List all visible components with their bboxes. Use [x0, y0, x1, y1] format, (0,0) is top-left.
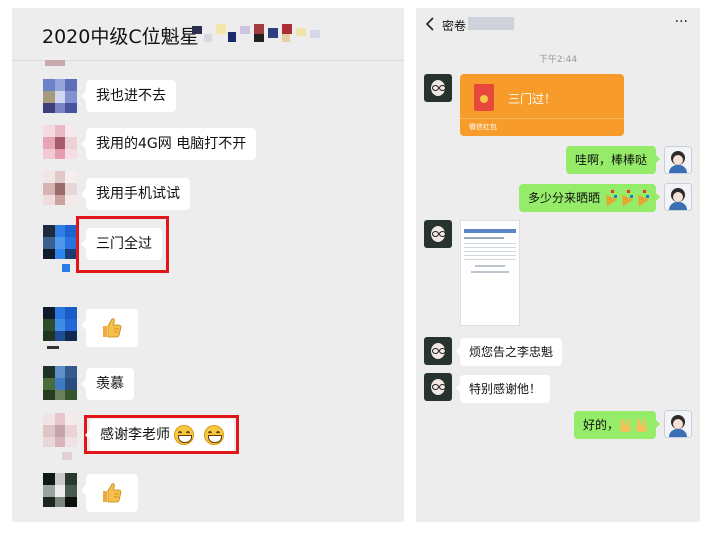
contact-avatar[interactable] [424, 373, 452, 401]
victory-hand-icon [636, 418, 648, 432]
title-mosaic [192, 24, 328, 44]
group-chat-title: 2020中级C位魁星 [42, 26, 199, 48]
avatar[interactable] [43, 171, 77, 205]
avatar[interactable] [43, 79, 77, 113]
self-avatar[interactable] [664, 183, 692, 211]
red-packet-text: 三门过！ [508, 92, 557, 106]
timestamp: 下午2:44 [538, 55, 578, 65]
avatar[interactable] [43, 125, 77, 159]
thumbs-up-icon [103, 483, 122, 503]
group-chat-panel: 2020中级C位魁星 我也进不去 我用的4G网 电脑打不开 我用手机试试 三门全… [12, 8, 404, 522]
contact-avatar[interactable] [424, 220, 452, 248]
self-avatar[interactable] [664, 146, 692, 174]
message-bubble: 特别感谢他！ [455, 375, 551, 403]
message-bubble: 烦您告之李忠魁 [455, 338, 563, 366]
message-bubble: 我用的4G网 电脑打不开 [80, 128, 257, 160]
message-bubble [81, 309, 138, 347]
self-avatar[interactable] [664, 410, 692, 438]
title-mosaic [468, 17, 514, 30]
private-chat-header: 密卷 ··· [416, 8, 700, 42]
avatar[interactable] [43, 473, 77, 507]
private-chat-title: 密卷 [442, 19, 467, 33]
contact-avatar[interactable] [424, 337, 452, 365]
message-bubble: 羡慕 [81, 368, 134, 400]
message-bubble: 多少分来晒晒 [519, 184, 660, 212]
thumbs-up-icon [103, 318, 122, 338]
divider [460, 118, 624, 119]
party-popper-icon [601, 190, 617, 207]
red-packet-icon [474, 84, 494, 111]
message-text: 感谢李老师 [100, 427, 170, 443]
avatar[interactable] [43, 413, 77, 447]
red-packet-footer: 微信红包 [469, 123, 497, 131]
avatar[interactable] [43, 225, 77, 259]
avatar-fragment [47, 346, 59, 349]
party-popper-icon [633, 190, 649, 207]
more-button[interactable]: ··· [675, 14, 688, 30]
back-arrow-icon[interactable] [424, 17, 436, 31]
grin-emoji-icon [174, 425, 194, 445]
avatar-fragment [62, 452, 72, 460]
message-bubble: 哇啊，棒棒哒 [565, 146, 661, 174]
message-bubble [81, 474, 138, 512]
message-bubble: 好的， [574, 411, 660, 439]
grin-emoji-icon [204, 425, 224, 445]
message-text: 好的， [583, 418, 620, 432]
avatar[interactable] [43, 307, 77, 341]
avatar-fragment [45, 60, 65, 66]
image-message[interactable] [460, 220, 520, 326]
avatar-fragment [62, 264, 70, 272]
message-bubble: 我也进不去 [81, 80, 176, 112]
avatar[interactable] [43, 366, 77, 400]
message-bubble: 我用手机试试 [81, 178, 190, 210]
group-chat-header: 2020中级C位魁星 [12, 8, 404, 61]
contact-avatar[interactable] [424, 74, 452, 102]
private-chat-panel: 密卷 ··· 下午2:44 三门过！ 微信红包 哇啊，棒棒哒 多少分来晒晒 烦您… [416, 8, 700, 522]
victory-hand-icon [620, 418, 632, 432]
red-packet[interactable]: 三门过！ 微信红包 [460, 74, 624, 136]
party-popper-icon [617, 190, 633, 207]
message-text: 多少分来晒晒 [528, 191, 601, 205]
message-bubble: 感谢李老师 [85, 419, 234, 451]
message-bubble: 三门全过 [81, 228, 162, 260]
